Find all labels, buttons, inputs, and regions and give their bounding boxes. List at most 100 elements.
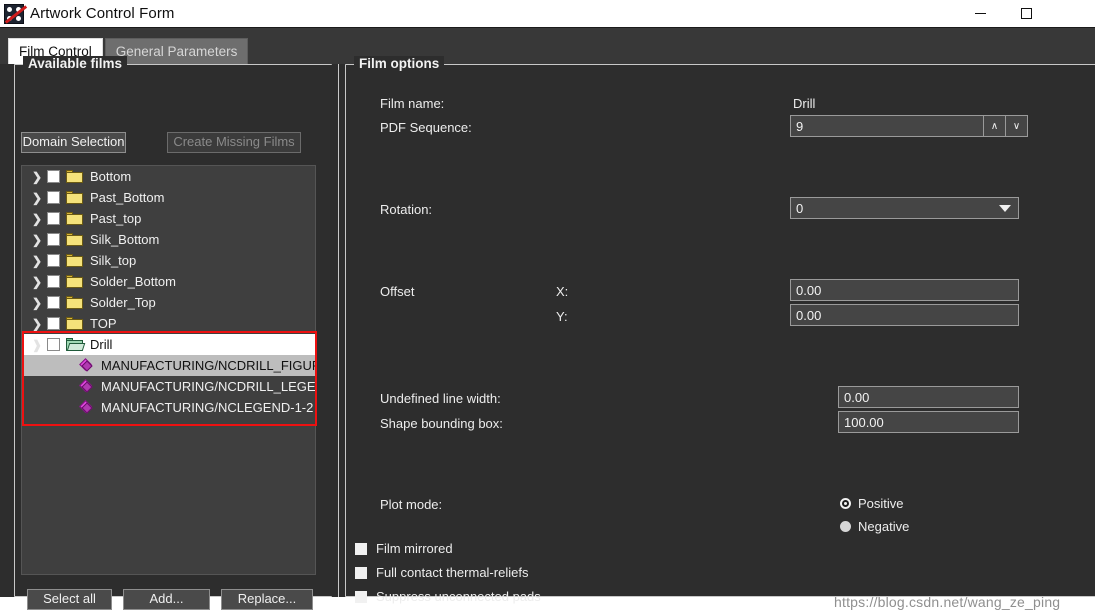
tree-item-label: Solder_Top [90, 295, 156, 310]
window-title: Artwork Control Form [30, 5, 175, 22]
tree-item-label: TOP [90, 316, 117, 331]
film-name-label: Film name: [380, 96, 445, 111]
full-contact-thermal-reliefs-checkbox[interactable]: Full contact thermal-reliefs [355, 565, 528, 580]
domain-selection-button[interactable]: Domain Selection [21, 132, 126, 153]
undefined-line-width-label: Undefined line width: [380, 391, 501, 406]
folder-icon [66, 233, 83, 246]
available-films-title: Available films [23, 56, 128, 71]
film-options-title: Film options [354, 56, 445, 71]
folder-icon [66, 296, 83, 309]
radio-unselected-icon [840, 521, 851, 532]
tree-checkbox[interactable] [47, 170, 60, 183]
offset-y-input[interactable]: 0.00 [790, 304, 1019, 326]
tree-row-layer[interactable]: MANUFACTURING/NCLEGEND-1-2 [22, 397, 315, 418]
folder-open-icon [66, 338, 86, 351]
tree-checkbox[interactable] [47, 212, 60, 225]
film-name-value: Drill [793, 96, 816, 111]
tree-row[interactable]: ❯ Silk_Bottom [22, 229, 315, 250]
film-options-group: Film options [345, 56, 1095, 597]
select-all-button[interactable]: Select all [27, 589, 112, 610]
plot-mode-positive-label: Positive [858, 496, 904, 511]
tree-checkbox[interactable] [47, 296, 60, 309]
undefined-line-width-input[interactable]: 0.00 [838, 386, 1019, 408]
plot-mode-negative-label: Negative [858, 519, 910, 534]
chevron-right-icon[interactable]: ❯ [30, 254, 44, 268]
shape-bounding-box-input[interactable]: 100.00 [838, 411, 1019, 433]
tree-row-layer[interactable]: MANUFACTURING/NCDRILL_FIGURE [22, 355, 315, 376]
tree-checkbox[interactable] [47, 191, 60, 204]
full-contact-thermal-reliefs-label: Full contact thermal-reliefs [376, 565, 529, 580]
chevron-right-icon[interactable]: ❯ [30, 191, 44, 205]
folder-icon [66, 170, 83, 183]
spinner-up-button[interactable]: ∧ [984, 115, 1006, 137]
add-button[interactable]: Add... [123, 589, 210, 610]
chevron-right-icon[interactable]: ❯ [30, 296, 44, 310]
minimize-icon [974, 13, 986, 14]
tree-item-label: Solder_Bottom [90, 274, 176, 289]
tree-row[interactable]: ❯ Solder_Top [22, 292, 315, 313]
rotation-label: Rotation: [380, 202, 433, 217]
close-button[interactable] [1049, 0, 1095, 28]
panel-divider [338, 64, 339, 597]
app-icon [4, 3, 28, 24]
tree-row[interactable]: ❯ Bottom [22, 166, 315, 187]
pdf-sequence-input[interactable]: 9 [790, 115, 984, 137]
tree-item-label: MANUFACTURING/NCDRILL_FIGURE [101, 358, 316, 373]
maximize-icon [1020, 8, 1032, 19]
minimize-button[interactable] [957, 0, 1003, 28]
chevron-down-icon[interactable]: ❱ [30, 338, 44, 352]
window-body: Film Control General Parameters Availabl… [0, 28, 1095, 610]
checkbox-icon [355, 542, 367, 555]
tree-item-label: Silk_top [90, 253, 137, 268]
tree-item-label: MANUFACTURING/NCLEGEND-1-2 [101, 400, 314, 415]
tree-item-label: Drill [90, 337, 113, 352]
film-mirrored-checkbox[interactable]: Film mirrored [355, 541, 453, 556]
tree-row[interactable]: ❯ Solder_Bottom [22, 271, 315, 292]
tree-item-label: Bottom [90, 169, 132, 184]
tree-checkbox[interactable] [47, 254, 60, 267]
chevron-right-icon[interactable]: ❯ [30, 317, 44, 331]
tree-row-drill[interactable]: ❱ Drill [22, 334, 315, 355]
offset-x-input[interactable]: 0.00 [790, 279, 1019, 301]
folder-icon [66, 275, 83, 288]
plot-mode-negative-radio[interactable]: Negative [840, 519, 909, 534]
spinner-down-button[interactable]: ∨ [1006, 115, 1028, 137]
offset-y-label: Y: [556, 309, 568, 324]
maximize-button[interactable] [1003, 0, 1049, 28]
layer-diamond-icon [79, 358, 93, 372]
layer-diamond-icon [79, 379, 93, 393]
tree-item-label: MANUFACTURING/NCDRILL_LEGEND [101, 379, 316, 394]
pdf-sequence-label: PDF Sequence: [380, 120, 472, 135]
film-mirrored-label: Film mirrored [376, 541, 453, 556]
rotation-value: 0 [796, 200, 804, 216]
tree-row[interactable]: ❯ Past_top [22, 208, 315, 229]
tree-row[interactable]: ❯ Silk_top [22, 250, 315, 271]
chevron-down-icon[interactable] [999, 204, 1011, 212]
films-tree[interactable]: ❯ Bottom ❯ Past_Bottom ❯ Past_top ❯ Silk… [21, 165, 316, 575]
create-missing-films-button: Create Missing Films [167, 132, 301, 153]
tree-checkbox[interactable] [47, 275, 60, 288]
radio-selected-icon [840, 498, 851, 509]
tree-checkbox[interactable] [47, 233, 60, 246]
chevron-right-icon[interactable]: ❯ [30, 212, 44, 226]
tree-checkbox[interactable] [47, 338, 60, 351]
tree-item-label: Past_top [90, 211, 142, 226]
tree-row-layer[interactable]: MANUFACTURING/NCDRILL_LEGEND [22, 376, 315, 397]
pdf-sequence-spinner[interactable]: 9 ∧ ∨ [790, 115, 1028, 137]
tree-row[interactable]: ❯ TOP [22, 313, 315, 334]
replace-button[interactable]: Replace... [221, 589, 313, 610]
tree-item-label: Silk_Bottom [90, 232, 160, 247]
plot-mode-label: Plot mode: [380, 497, 443, 512]
tree-item-label: Past_Bottom [90, 190, 165, 205]
chevron-right-icon[interactable]: ❯ [30, 275, 44, 289]
tree-row[interactable]: ❯ Past_Bottom [22, 187, 315, 208]
folder-icon [66, 212, 83, 225]
tree-checkbox[interactable] [47, 317, 60, 330]
plot-mode-positive-radio[interactable]: Positive [840, 496, 904, 511]
offset-x-label: X: [556, 284, 569, 299]
offset-label: Offset [380, 284, 415, 299]
chevron-right-icon[interactable]: ❯ [30, 233, 44, 247]
chevron-right-icon[interactable]: ❯ [30, 170, 44, 184]
layer-diamond-icon [79, 400, 93, 414]
rotation-combobox[interactable]: 0 [790, 197, 1019, 219]
